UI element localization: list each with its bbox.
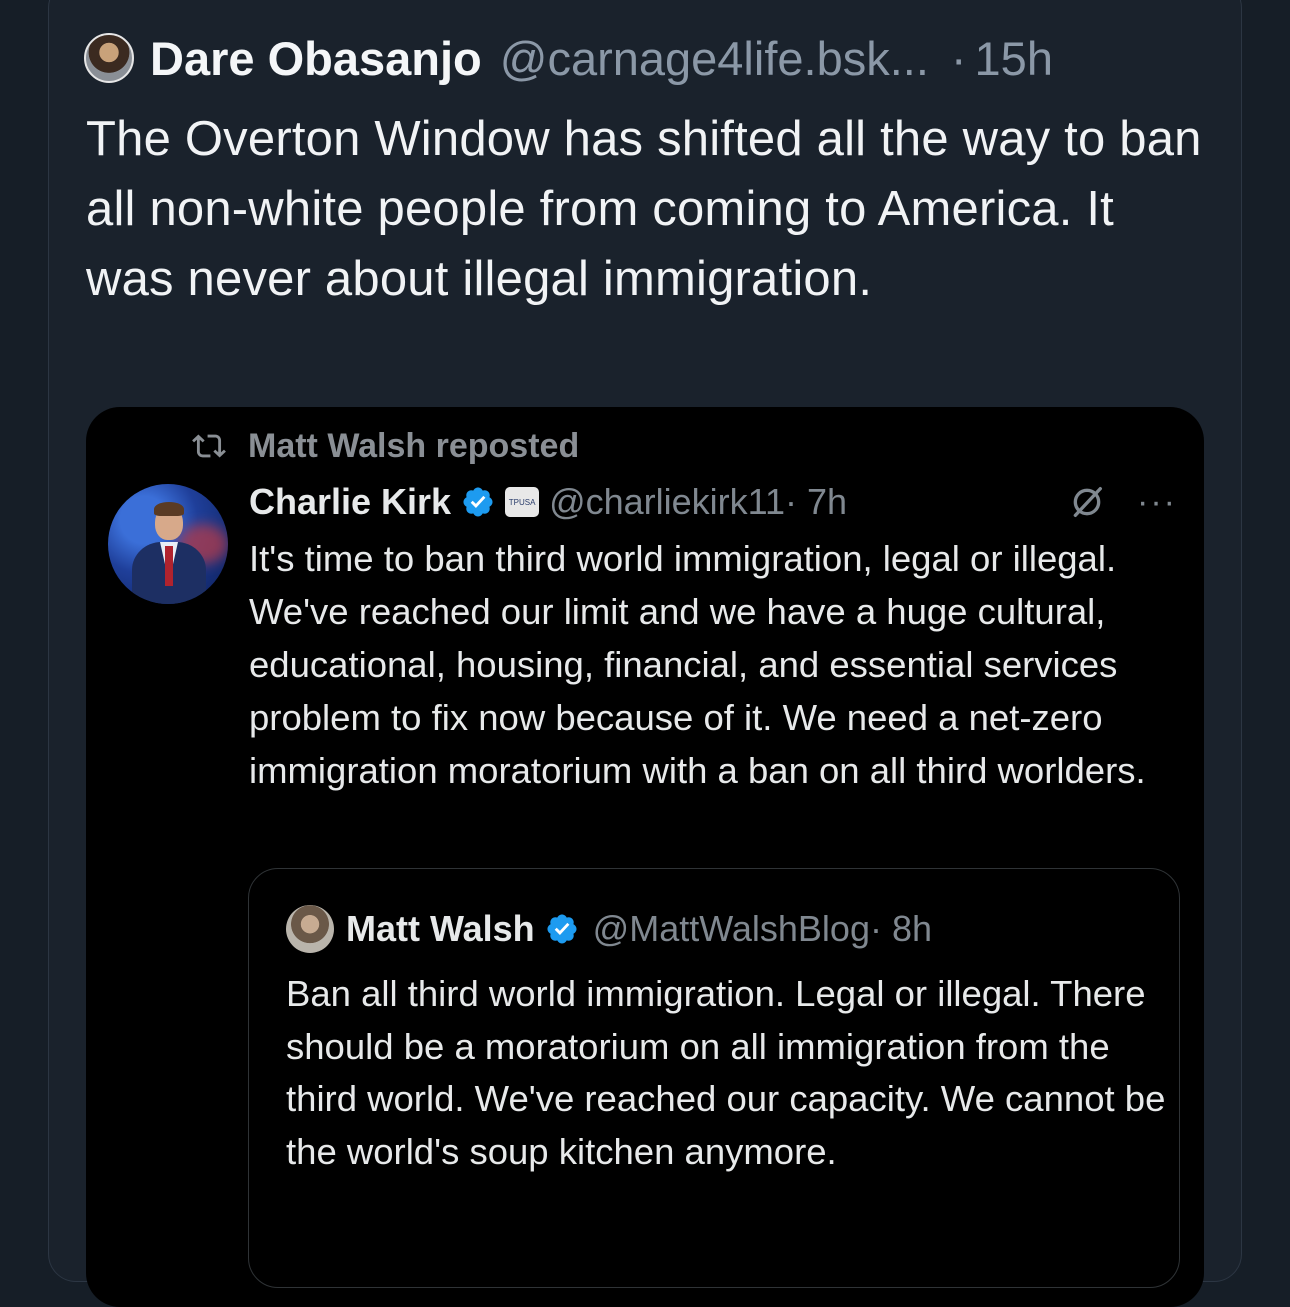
author-display-name[interactable]: Dare Obasanjo <box>150 31 482 86</box>
post-timestamp[interactable]: 15h <box>975 31 1053 86</box>
tweet-header: Charlie Kirk TPUSA @charliekirk11 · 7h ·… <box>249 478 1185 526</box>
quoted-tweet-header: Matt Walsh @MattWalshBlog · 8h <box>286 904 932 954</box>
affiliation-badge-icon: TPUSA <box>505 487 540 517</box>
verified-badge-icon <box>463 487 493 517</box>
repost-icon <box>192 434 226 458</box>
more-options-icon: ··· <box>1137 482 1177 521</box>
verified-badge-icon <box>547 914 577 944</box>
repost-indicator: Matt Walsh reposted <box>190 424 579 468</box>
quoted-tweet-body-text: Ban all third world immigration. Legal o… <box>286 973 1166 1172</box>
tweet-author-handle: @charliekirk11 <box>549 481 786 522</box>
grok-icon <box>1073 487 1103 517</box>
tweet-body-text: It's time to ban third world immigration… <box>249 538 1146 791</box>
quoted-author-name: Matt Walsh <box>346 908 535 949</box>
repost-label: Matt Walsh reposted <box>248 426 580 465</box>
separator-dot: · <box>950 31 967 85</box>
author-handle[interactable]: @carnage4life.bsk... <box>500 31 929 86</box>
post-header: Dare Obasanjo @carnage4life.bsk... · 15h <box>84 28 1053 88</box>
matt-walsh-avatar <box>286 905 334 953</box>
post-body-text: The Overton Window has shifted all the w… <box>86 112 1202 306</box>
tweet-author-name: Charlie Kirk <box>249 481 452 522</box>
quoted-timestamp: · 8h <box>869 908 933 949</box>
charlie-kirk-avatar <box>108 484 228 604</box>
quoted-author-handle: @MattWalshBlog <box>592 908 870 949</box>
author-avatar[interactable] <box>84 33 134 83</box>
tweet-timestamp: · 7h <box>785 481 848 522</box>
